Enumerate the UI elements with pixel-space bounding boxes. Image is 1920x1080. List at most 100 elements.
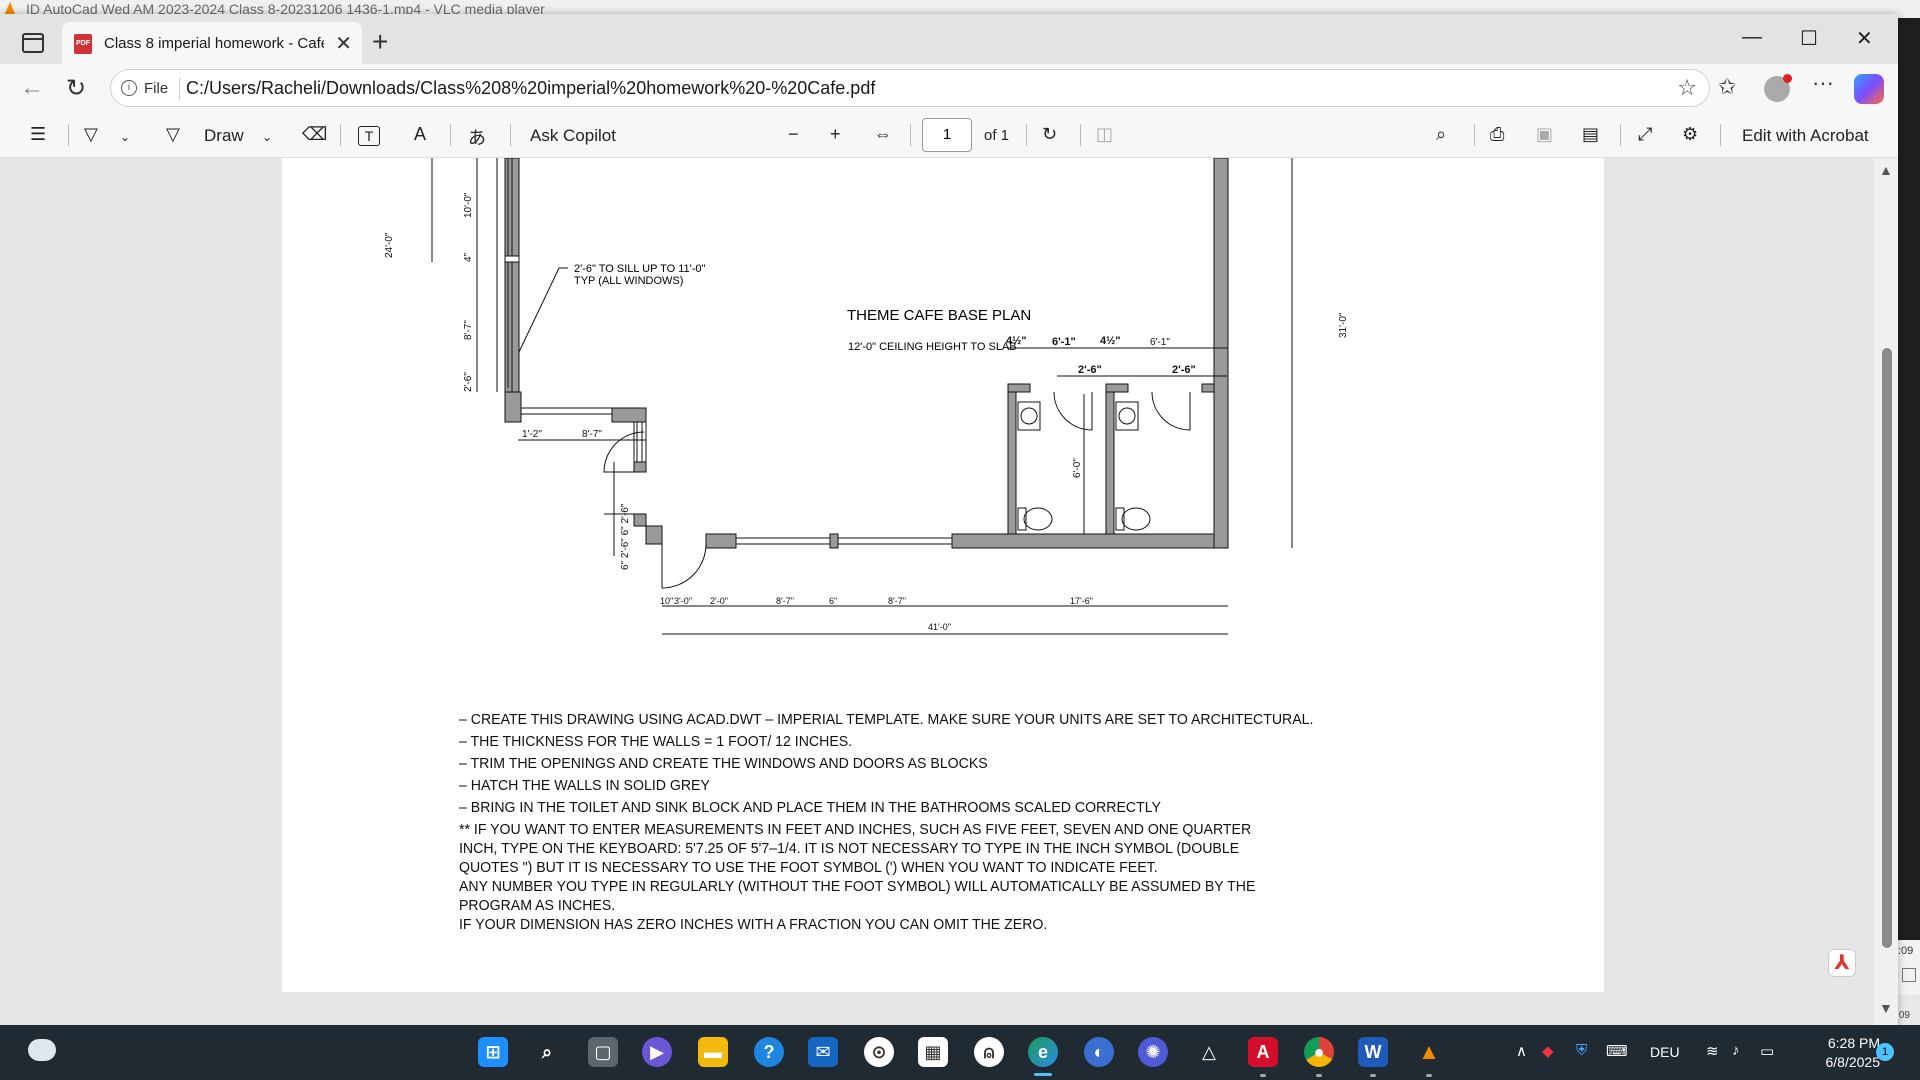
- dim-wc-c: 4½": [1100, 335, 1121, 347]
- settings-gear-icon[interactable]: ⚙: [1682, 124, 1698, 145]
- draw-icon[interactable]: ▽: [166, 124, 180, 145]
- fit-width-icon[interactable]: ⇔: [874, 124, 892, 145]
- contents-list-icon[interactable]: ☰: [30, 124, 46, 145]
- vlc-restore-icon[interactable]: [1902, 968, 1916, 982]
- draw-button[interactable]: Draw: [204, 126, 244, 146]
- address-bar: ← ↻ i File C:/Users/Racheli/Downloads/Cl…: [0, 64, 1898, 112]
- autocad-running-indicator: [1260, 1074, 1266, 1077]
- favorite-star-icon[interactable]: ☆: [1677, 75, 1697, 101]
- dim-door-vertical: 6" 2'-6" 6" 2'-6": [620, 503, 631, 570]
- autocad-icon[interactable]: A: [1248, 1037, 1278, 1067]
- dim-left-24: 24'-0": [384, 232, 395, 258]
- rotate-icon[interactable]: ↻: [1042, 124, 1057, 145]
- word-icon[interactable]: W: [1358, 1037, 1388, 1067]
- dim-right-31: 31'-0": [1338, 312, 1349, 338]
- chrome-icon[interactable]: ●: [1304, 1037, 1334, 1067]
- toolbar-divider: [68, 124, 69, 146]
- scroll-up-icon[interactable]: ▲: [1879, 162, 1893, 178]
- edge-active-indicator: [1034, 1073, 1052, 1076]
- search-icon[interactable]: ⌕: [1436, 124, 1446, 145]
- minimize-icon[interactable]: —: [1742, 26, 1762, 49]
- maximize-icon[interactable]: ☐: [1800, 26, 1818, 51]
- dim-left-10: 10'-0": [463, 192, 474, 218]
- tray-app-icon[interactable]: ◆: [1542, 1042, 1554, 1060]
- close-tab-icon[interactable]: ✕: [335, 31, 352, 56]
- fullscreen-icon[interactable]: ⤢: [1638, 124, 1652, 145]
- store-icon[interactable]: ▦: [918, 1037, 948, 1067]
- settings-app-icon[interactable]: ✺: [1138, 1037, 1168, 1067]
- eraser-icon[interactable]: ⌫: [302, 124, 327, 145]
- keyboard-icon[interactable]: ⌨: [1606, 1042, 1628, 1060]
- pdf-toolbar: ☰ ▽ ⌄ ▽ Draw ⌄ ⌫ T A あ Ask Copilot − + ⇔…: [0, 112, 1898, 158]
- edit-with-acrobat-button[interactable]: Edit with Acrobat: [1742, 126, 1869, 146]
- dim-bot-87a: 8'-7": [776, 596, 794, 606]
- scroll-down-icon[interactable]: ▼: [1879, 1000, 1893, 1016]
- omnibox[interactable]: i File C:/Users/Racheli/Downloads/Class%…: [110, 69, 1710, 107]
- vertical-scrollbar[interactable]: ▲ ▼: [1874, 158, 1898, 1028]
- task-view-icon[interactable]: ▢: [588, 1037, 618, 1067]
- back-icon[interactable]: ←: [20, 74, 44, 102]
- mail-icon[interactable]: ✉: [808, 1037, 838, 1067]
- clock-date: 6/8/2025: [1825, 1054, 1881, 1070]
- page-number-input[interactable]: 1: [922, 118, 972, 152]
- copilot-icon[interactable]: [1854, 74, 1884, 104]
- app-icon[interactable]: ⍝: [974, 1037, 1004, 1067]
- start-windows-icon[interactable]: ⊞: [478, 1037, 508, 1067]
- meet-icon[interactable]: ⊙: [864, 1037, 894, 1067]
- clock[interactable]: 6:28 PM 6/8/2025: [1800, 1034, 1881, 1072]
- info-icon[interactable]: i: [121, 80, 137, 96]
- more-menu-icon[interactable]: ···: [1812, 70, 1834, 96]
- profile-avatar[interactable]: [1764, 74, 1792, 102]
- read-aloud-icon[interactable]: A: [414, 124, 426, 145]
- edge-icon[interactable]: e: [1028, 1037, 1058, 1067]
- url-text[interactable]: C:/Users/Racheli/Downloads/Class%208%20i…: [186, 78, 875, 99]
- dim-wc-door2: 2'-6": [1172, 364, 1196, 376]
- battery-icon[interactable]: ▭: [1760, 1042, 1774, 1060]
- text-box-icon[interactable]: T: [358, 126, 380, 146]
- draw-dropdown-icon[interactable]: ⌄: [262, 130, 272, 144]
- highlight-icon[interactable]: ▽: [84, 124, 98, 145]
- toolbar-divider: [1474, 124, 1475, 146]
- vlc-icon[interactable]: ▲: [1414, 1037, 1444, 1067]
- vlc-time-top: :09: [1898, 945, 1914, 957]
- tab-pdf[interactable]: PDF Class 8 imperial homework - Cafe ✕: [62, 22, 362, 64]
- file-explorer-icon[interactable]: ▬: [698, 1037, 728, 1067]
- tray-chevron-icon[interactable]: ∧: [1516, 1042, 1527, 1060]
- acrobat-icon[interactable]: ⅄: [1828, 949, 1856, 977]
- notification-badge[interactable]: 1: [1876, 1043, 1894, 1061]
- volume-icon[interactable]: ♪: [1732, 1042, 1740, 1059]
- scroll-thumb[interactable]: [1882, 348, 1892, 948]
- pdf-icon: PDF: [74, 34, 92, 54]
- translate-icon[interactable]: あ: [468, 124, 486, 150]
- language-indicator[interactable]: DEU: [1650, 1044, 1680, 1060]
- toolbar-divider: [450, 124, 451, 146]
- tab-actions-icon[interactable]: [22, 33, 44, 53]
- favorites-icon[interactable]: ✩: [1718, 74, 1736, 100]
- save-as-icon[interactable]: ▤: [1582, 124, 1599, 145]
- drive-icon[interactable]: △: [1194, 1037, 1224, 1067]
- browser-icon[interactable]: ◐: [1084, 1037, 1114, 1067]
- page-view-icon[interactable]: ◫: [1096, 124, 1113, 145]
- save-icon[interactable]: ▣: [1536, 124, 1553, 145]
- page-count: of 1: [984, 127, 1010, 144]
- ask-copilot-button[interactable]: Ask Copilot: [530, 126, 616, 146]
- search-icon[interactable]: ⌕: [532, 1037, 562, 1067]
- close-window-icon[interactable]: ✕: [1856, 26, 1873, 51]
- callout-line-2: TYP (ALL WINDOWS): [574, 275, 683, 287]
- weather-icon[interactable]: [28, 1039, 56, 1061]
- note-line: – TRIM THE OPENINGS AND CREATE THE WINDO…: [459, 755, 988, 772]
- refresh-icon[interactable]: ↻: [66, 74, 86, 103]
- zoom-out-icon[interactable]: −: [788, 124, 799, 145]
- tab-title: Class 8 imperial homework - Cafe: [104, 35, 324, 52]
- teams-icon[interactable]: ▶: [642, 1037, 672, 1067]
- dim-left-87: 8'-7": [463, 320, 474, 340]
- new-tab-button[interactable]: +: [372, 26, 388, 58]
- zoom-in-icon[interactable]: +: [830, 124, 841, 145]
- print-icon[interactable]: ⎙: [1490, 124, 1504, 145]
- tray-security-icon[interactable]: ⛨: [1576, 1042, 1587, 1059]
- note-line: ANY NUMBER YOU TYPE IN REGULARLY (WITHOU…: [459, 878, 1256, 895]
- highlight-dropdown-icon[interactable]: ⌄: [120, 130, 130, 144]
- wifi-icon[interactable]: ≋: [1706, 1042, 1719, 1060]
- dim-left-4: 4": [463, 252, 474, 262]
- help-icon[interactable]: ?: [754, 1037, 784, 1067]
